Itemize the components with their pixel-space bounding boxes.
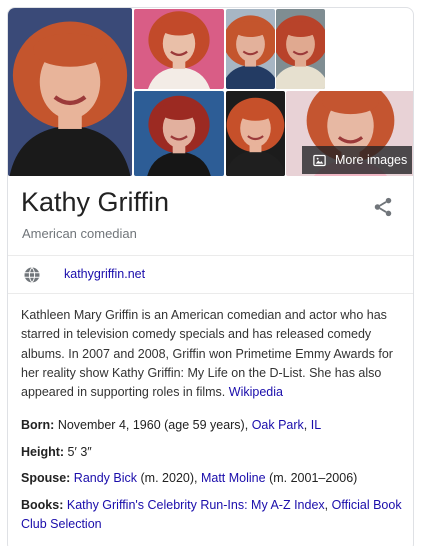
portrait-image	[134, 91, 224, 176]
portrait-image	[226, 9, 275, 89]
book-link[interactable]: Kathy Griffin's Celebrity Run-Ins: My A-…	[67, 498, 325, 512]
fact-label: Spouse:	[21, 471, 71, 485]
portrait-image	[226, 91, 285, 176]
fact-born: Born: November 4, 1960 (age 59 years), O…	[21, 416, 406, 436]
fact-value: (m. 2001–2006)	[269, 471, 358, 485]
fact-separator: ,	[324, 497, 329, 512]
spouse-link[interactable]: Matt Moline	[201, 471, 266, 485]
fact-value: 5′ 3″	[67, 444, 92, 459]
fact-label: Books:	[21, 497, 64, 512]
share-icon[interactable]	[372, 196, 394, 218]
page-subtitle: American comedian	[22, 226, 137, 241]
spouse-link[interactable]: Randy Bick	[74, 471, 137, 485]
photo-main[interactable]	[8, 8, 132, 176]
birthplace-city-link[interactable]: Oak Park	[252, 418, 304, 432]
photo-4[interactable]	[276, 9, 325, 89]
birthplace-state-link[interactable]: IL	[311, 418, 321, 432]
photo-3[interactable]	[226, 9, 275, 89]
fact-books: Books: Kathy Griffin's Celebrity Run-Ins…	[21, 496, 406, 535]
photo-2[interactable]	[134, 9, 224, 89]
facts-list: Born: November 4, 1960 (age 59 years), O…	[21, 416, 406, 542]
panel-header: Kathy Griffin American comedian	[8, 178, 413, 256]
more-images-label: More images	[335, 153, 408, 167]
globe-icon	[24, 267, 40, 283]
fact-separator: ,	[303, 418, 308, 432]
website-link[interactable]: kathygriffin.net	[64, 267, 145, 281]
photo-5[interactable]	[134, 91, 224, 176]
photo-6[interactable]	[226, 91, 285, 176]
image-icon	[313, 154, 326, 166]
fact-spouse: Spouse: Randy Bick (m. 2020), Matt Molin…	[21, 469, 406, 489]
knowledge-panel: More images Kathy Griffin American comed…	[7, 7, 414, 546]
more-images-button[interactable]: More images	[302, 146, 412, 174]
wikipedia-link[interactable]: Wikipedia	[229, 385, 283, 399]
fact-height: Height: 5′ 3″	[21, 443, 406, 463]
fact-label: Born:	[21, 418, 55, 432]
description-text: Kathleen Mary Griffin is an American com…	[21, 308, 393, 400]
website-row: kathygriffin.net	[8, 256, 413, 294]
fact-value: November 4, 1960 (age 59 years),	[57, 418, 249, 432]
portrait-image	[276, 9, 325, 89]
image-gallery: More images	[8, 8, 413, 178]
fact-label: Height:	[21, 444, 65, 459]
description: Kathleen Mary Griffin is an American com…	[21, 306, 403, 402]
portrait-image	[134, 9, 224, 89]
fact-value: (m. 2020),	[140, 471, 198, 485]
portrait-image	[8, 8, 132, 176]
page-title: Kathy Griffin	[21, 187, 170, 217]
